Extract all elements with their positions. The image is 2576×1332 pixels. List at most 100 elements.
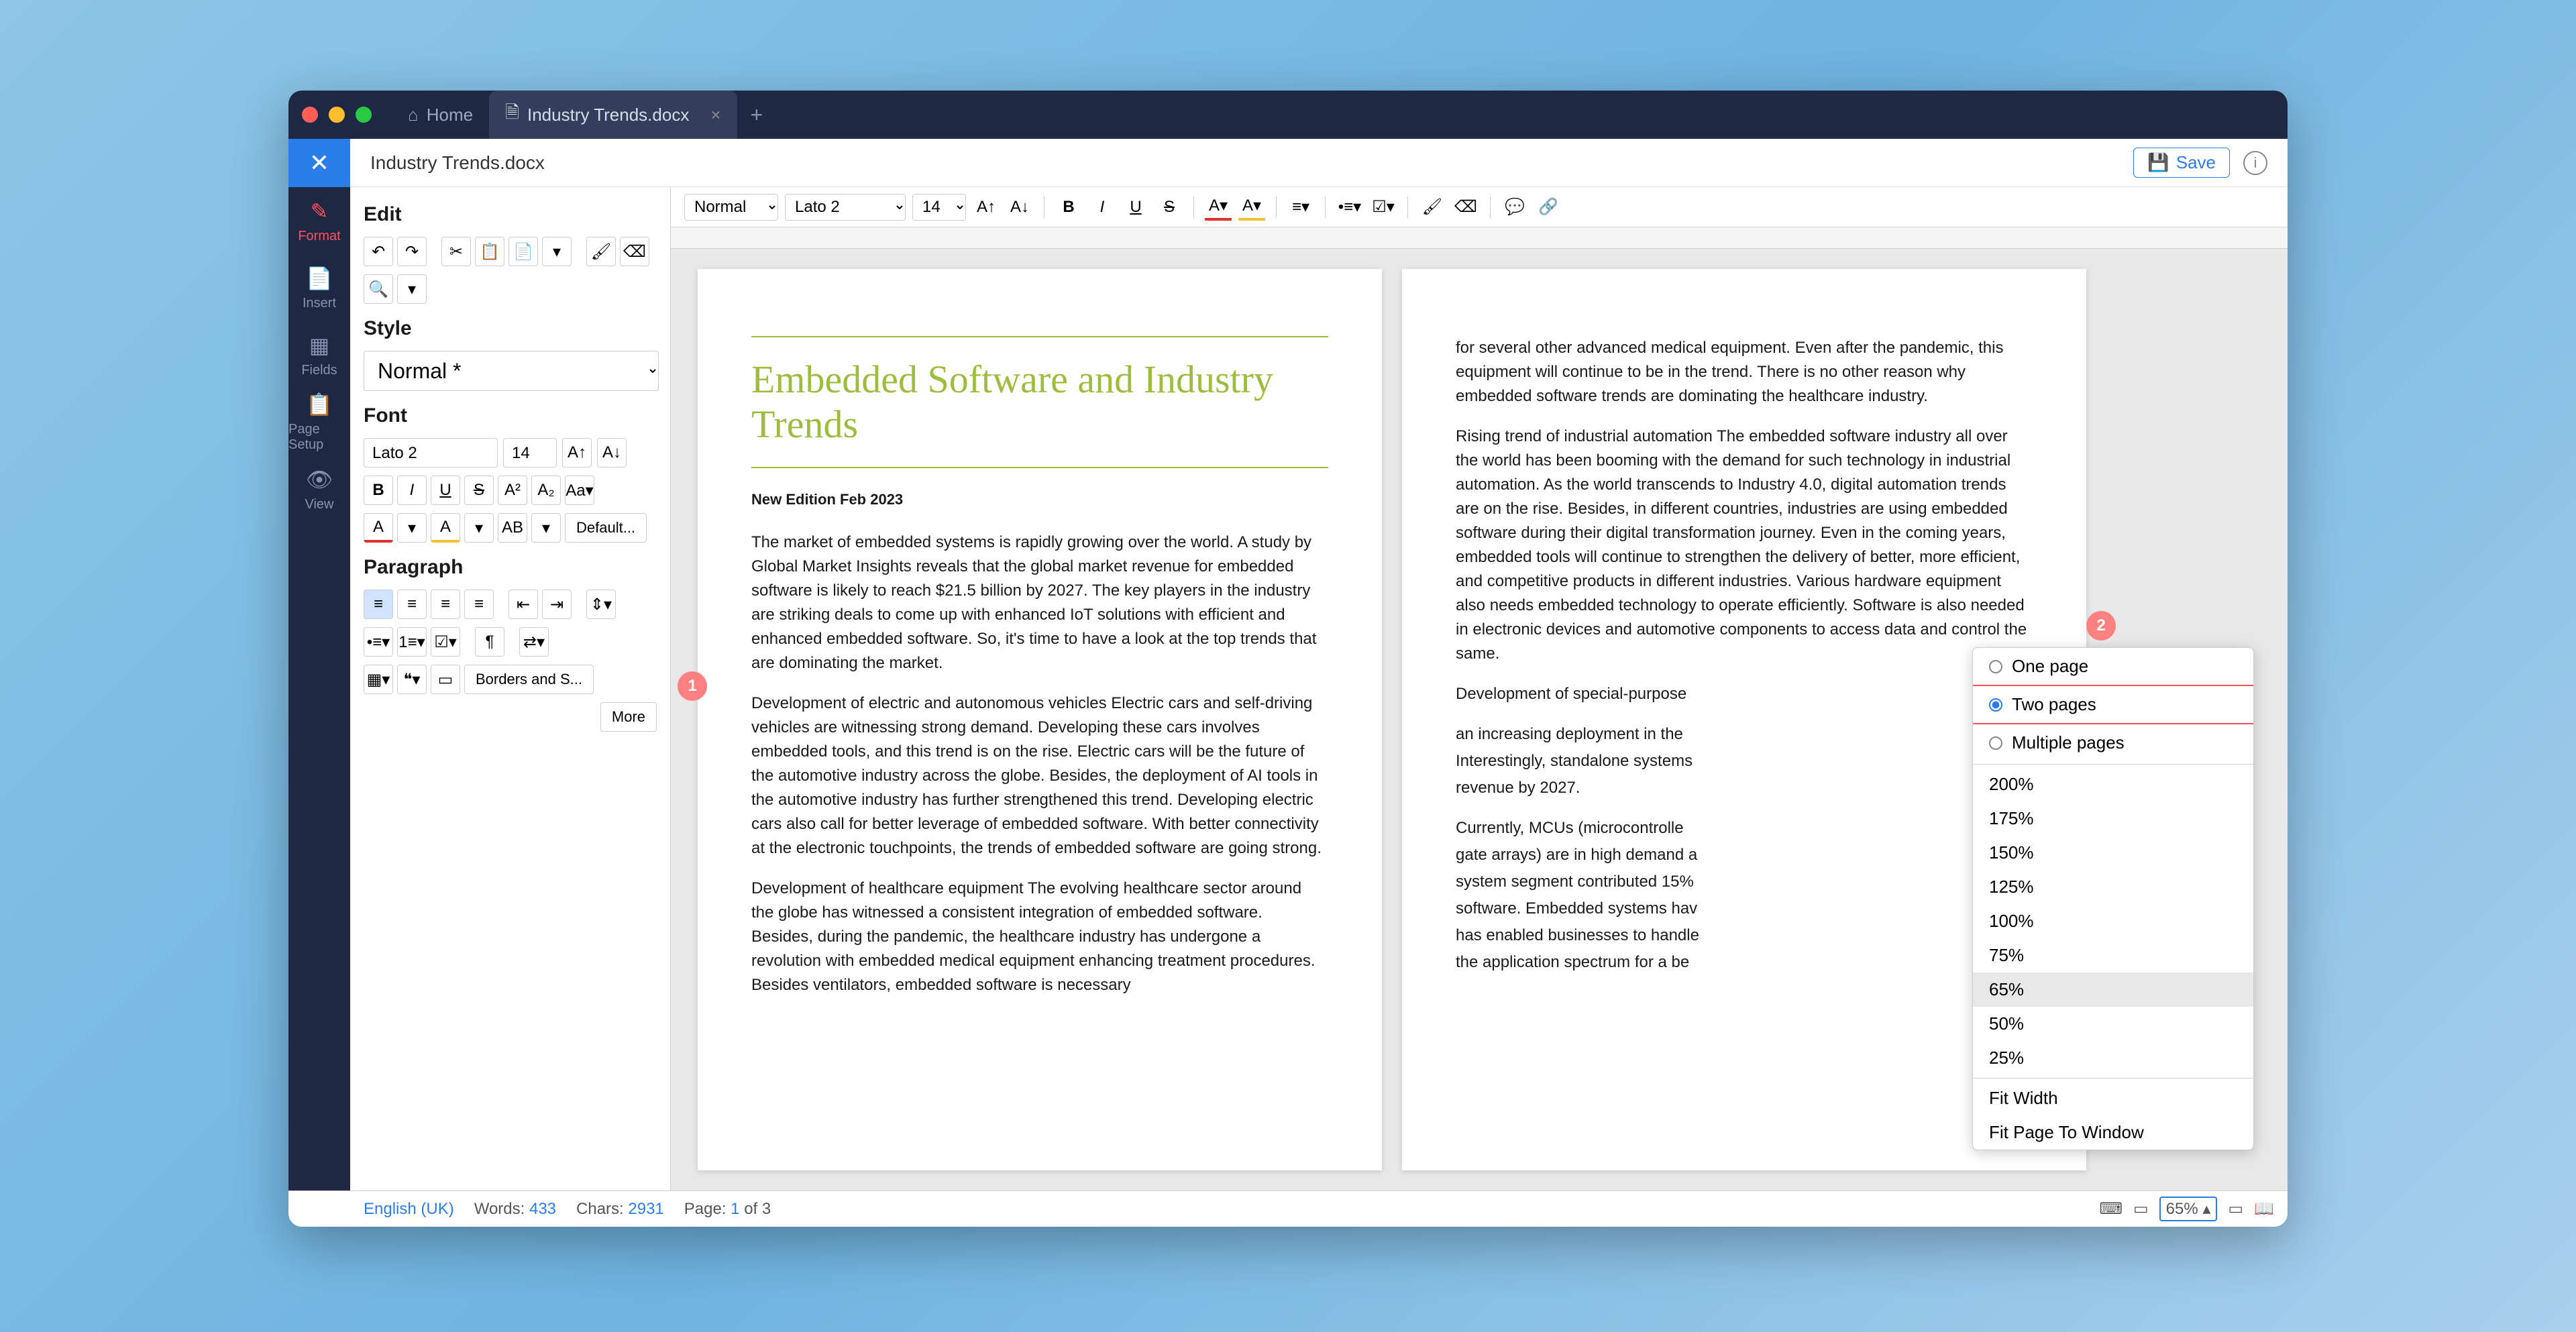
save-button[interactable]: 💾 Save bbox=[2133, 148, 2230, 178]
zoom-50[interactable]: 50% bbox=[1973, 1007, 2253, 1041]
align-right-button[interactable]: ≡ bbox=[431, 590, 460, 619]
cut-button[interactable]: ✂ bbox=[441, 237, 471, 266]
tb-increase-font[interactable]: A↑ bbox=[973, 194, 1000, 221]
style-select[interactable]: Normal * bbox=[364, 351, 659, 391]
undo-button[interactable]: ↶ bbox=[364, 237, 393, 266]
superscript-button[interactable]: A² bbox=[498, 476, 527, 505]
tb-underline[interactable]: U bbox=[1122, 194, 1149, 221]
paragraph-marks-button[interactable]: ¶ bbox=[475, 627, 504, 657]
sidebar-fields[interactable]: ▦Fields bbox=[288, 321, 350, 388]
tb-bold[interactable]: B bbox=[1055, 194, 1082, 221]
language-indicator[interactable]: English (UK) bbox=[364, 1200, 454, 1219]
copy-button[interactable]: 📋 bbox=[475, 237, 504, 266]
font-size-select[interactable]: 14 bbox=[503, 438, 557, 467]
highlight-dropdown[interactable]: ▾ bbox=[464, 513, 494, 543]
checklist-button[interactable]: ☑▾ bbox=[431, 627, 460, 657]
tb-list[interactable]: •≡▾ bbox=[1336, 194, 1363, 221]
zoom-one-page[interactable]: One page bbox=[1973, 648, 2253, 685]
find-button[interactable]: 🔍 bbox=[364, 274, 393, 304]
more-button[interactable]: More bbox=[600, 702, 657, 732]
zoom-fit-width[interactable]: Fit Width bbox=[1973, 1081, 2253, 1115]
view-mode-2-icon[interactable]: 📖 bbox=[2254, 1199, 2274, 1219]
zoom-65[interactable]: 65% bbox=[1973, 973, 2253, 1007]
sidebar-page-setup[interactable]: 📋Page Setup bbox=[288, 388, 350, 455]
border-style-button[interactable]: ▭ bbox=[431, 665, 460, 694]
word-count[interactable]: Words: 433 bbox=[474, 1200, 556, 1219]
char-bg-dropdown[interactable]: ▾ bbox=[531, 513, 561, 543]
info-button[interactable]: i bbox=[2243, 151, 2267, 175]
tb-link[interactable]: 🔗 bbox=[1535, 194, 1562, 221]
tb-highlight[interactable]: A▾ bbox=[1238, 194, 1265, 221]
page-indicator[interactable]: Page: 1 of 3 bbox=[684, 1200, 771, 1219]
font-color-button[interactable]: A bbox=[364, 513, 393, 543]
zoom-25[interactable]: 25% bbox=[1973, 1041, 2253, 1075]
close-file-button[interactable]: ✕ bbox=[288, 139, 350, 187]
zoom-fit-window[interactable]: Fit Page To Window bbox=[1973, 1115, 2253, 1150]
highlight-button[interactable]: A bbox=[431, 513, 460, 543]
tb-clear-format[interactable]: ⌫ bbox=[1452, 194, 1479, 221]
add-tab-button[interactable]: + bbox=[737, 103, 777, 127]
tb-font-color[interactable]: A▾ bbox=[1205, 194, 1232, 221]
home-tab[interactable]: ⌂ Home bbox=[392, 91, 489, 139]
minimize-window-icon[interactable] bbox=[329, 107, 345, 123]
clear-format-button[interactable]: ⌫ bbox=[620, 237, 649, 266]
font-color-dropdown[interactable]: ▾ bbox=[397, 513, 427, 543]
tb-style-select[interactable]: Normal bbox=[684, 194, 778, 221]
zoom-100[interactable]: 100% bbox=[1973, 904, 2253, 938]
keyboard-icon[interactable]: ⌨ bbox=[2099, 1199, 2123, 1219]
case-button[interactable]: Aa▾ bbox=[565, 476, 594, 505]
quote-button[interactable]: ❝▾ bbox=[397, 665, 427, 694]
format-painter-button[interactable]: 🖌 bbox=[586, 237, 616, 266]
zoom-75[interactable]: 75% bbox=[1973, 938, 2253, 973]
zoom-175[interactable]: 175% bbox=[1973, 801, 2253, 836]
tb-size-select[interactable]: 14 bbox=[912, 194, 966, 221]
zoom-150[interactable]: 150% bbox=[1973, 836, 2253, 870]
paste-dropdown[interactable]: ▾ bbox=[542, 237, 572, 266]
decrease-font-button[interactable]: A↓ bbox=[597, 438, 627, 467]
zoom-multiple-pages[interactable]: Multiple pages bbox=[1973, 724, 2253, 761]
tb-checklist[interactable]: ☑▾ bbox=[1370, 194, 1397, 221]
find-dropdown[interactable]: ▾ bbox=[397, 274, 427, 304]
zoom-200[interactable]: 200% bbox=[1973, 767, 2253, 801]
sidebar-format[interactable]: ✎Format bbox=[288, 187, 350, 254]
italic-button[interactable]: I bbox=[397, 476, 427, 505]
horizontal-ruler[interactable] bbox=[671, 227, 2288, 249]
sidebar-insert[interactable]: 📄Insert bbox=[288, 254, 350, 321]
close-tab-icon[interactable]: × bbox=[710, 105, 720, 125]
align-justify-button[interactable]: ≡ bbox=[464, 590, 494, 619]
zoom-value[interactable]: 65% ▴ bbox=[2159, 1197, 2218, 1221]
strikethrough-button[interactable]: S bbox=[464, 476, 494, 505]
default-font-button[interactable]: Default... bbox=[565, 513, 647, 543]
shading-button[interactable]: ▦▾ bbox=[364, 665, 393, 694]
tb-font-select[interactable]: Lato 2 bbox=[785, 194, 906, 221]
increase-font-button[interactable]: A↑ bbox=[562, 438, 592, 467]
align-left-button[interactable]: ≡ bbox=[364, 590, 393, 619]
layout-icon[interactable]: ▭ bbox=[2133, 1199, 2149, 1219]
font-family-select[interactable]: Lato 2 bbox=[364, 438, 498, 467]
bold-button[interactable]: B bbox=[364, 476, 393, 505]
borders-shading-button[interactable]: Borders and S... bbox=[464, 665, 594, 694]
subscript-button[interactable]: A₂ bbox=[531, 476, 561, 505]
number-list-button[interactable]: 1≡▾ bbox=[397, 627, 427, 657]
close-window-icon[interactable] bbox=[302, 107, 318, 123]
tb-comment[interactable]: 💬 bbox=[1501, 194, 1528, 221]
redo-button[interactable]: ↷ bbox=[397, 237, 427, 266]
sidebar-view[interactable]: 👁View bbox=[288, 455, 350, 522]
tb-strike[interactable]: S bbox=[1156, 194, 1183, 221]
tb-decrease-font[interactable]: A↓ bbox=[1006, 194, 1033, 221]
zoom-two-pages[interactable]: Two pages bbox=[1973, 685, 2253, 724]
line-spacing-button[interactable]: ⇕▾ bbox=[586, 590, 616, 619]
char-bg-button[interactable]: AB bbox=[498, 513, 527, 543]
increase-indent-button[interactable]: ⇥ bbox=[542, 590, 572, 619]
paste-button[interactable]: 📄 bbox=[508, 237, 538, 266]
underline-button[interactable]: U bbox=[431, 476, 460, 505]
decrease-indent-button[interactable]: ⇤ bbox=[508, 590, 538, 619]
zoom-125[interactable]: 125% bbox=[1973, 870, 2253, 904]
maximize-window-icon[interactable] bbox=[356, 107, 372, 123]
text-direction-button[interactable]: ⇄▾ bbox=[519, 627, 549, 657]
page-1[interactable]: 1 Embedded Software and Industry Trends … bbox=[698, 269, 1382, 1170]
tb-align[interactable]: ≡▾ bbox=[1287, 194, 1314, 221]
align-center-button[interactable]: ≡ bbox=[397, 590, 427, 619]
document-tab[interactable]: 🗎 Industry Trends.docx × bbox=[489, 91, 737, 139]
tb-format-painter[interactable]: 🖌 bbox=[1419, 194, 1446, 221]
